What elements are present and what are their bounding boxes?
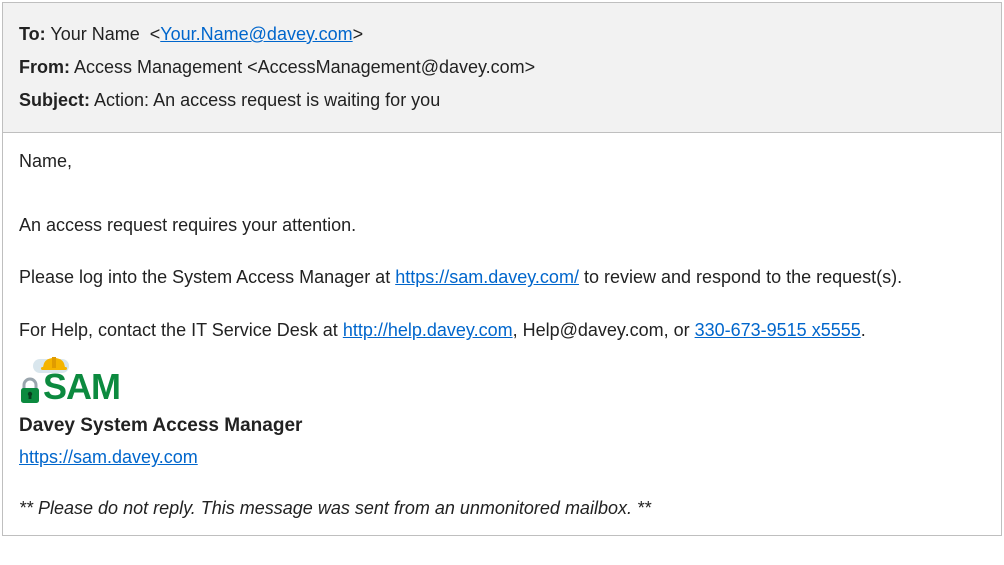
- signature-title: Davey System Access Manager: [19, 411, 985, 441]
- header-from-line: From: Access Management <AccessManagemen…: [19, 54, 985, 81]
- line2b: to review and respond to the request(s).: [579, 267, 902, 287]
- lock-icon: [19, 377, 41, 405]
- body-line2: Please log into the System Access Manage…: [19, 263, 985, 292]
- from-label: From:: [19, 57, 70, 77]
- body-line1: An access request requires your attentio…: [19, 211, 985, 240]
- to-name: Your Name: [50, 24, 139, 44]
- help-phone-link[interactable]: 330-673-9515 x5555: [695, 320, 861, 340]
- help-a: For Help, contact the IT Service Desk at: [19, 320, 343, 340]
- lt-bracket: <: [145, 24, 161, 44]
- subject-value: Action: An access request is waiting for…: [94, 90, 440, 110]
- subject-label: Subject:: [19, 90, 90, 110]
- sam-url-link[interactable]: https://sam.davey.com/: [395, 267, 579, 287]
- help-c: .: [861, 320, 866, 340]
- help-url-link[interactable]: http://help.davey.com: [343, 320, 513, 340]
- sam-logo-text: SAM: [43, 369, 120, 405]
- header-to-line: To: Your Name <Your.Name@davey.com>: [19, 21, 985, 48]
- body-help: For Help, contact the IT Service Desk at…: [19, 316, 985, 345]
- signature-link[interactable]: https://sam.davey.com: [19, 447, 198, 467]
- email-header: To: Your Name <Your.Name@davey.com> From…: [3, 3, 1001, 133]
- disclaimer: ** Please do not reply. This message was…: [19, 494, 985, 523]
- header-subject-line: Subject: Action: An access request is wa…: [19, 87, 985, 114]
- signature-link-row: https://sam.davey.com: [19, 443, 985, 472]
- to-label: To:: [19, 24, 46, 44]
- sam-logo: SAM: [19, 369, 985, 405]
- line2a: Please log into the System Access Manage…: [19, 267, 395, 287]
- gt-bracket: >: [353, 24, 364, 44]
- greeting: Name,: [19, 147, 985, 176]
- from-value: Access Management <AccessManagement@dave…: [74, 57, 535, 77]
- to-email-link[interactable]: Your.Name@davey.com: [160, 24, 352, 44]
- email-container: To: Your Name <Your.Name@davey.com> From…: [2, 2, 1002, 536]
- email-body: Name, An access request requires your at…: [3, 133, 1001, 535]
- help-b: , Help@davey.com, or: [513, 320, 695, 340]
